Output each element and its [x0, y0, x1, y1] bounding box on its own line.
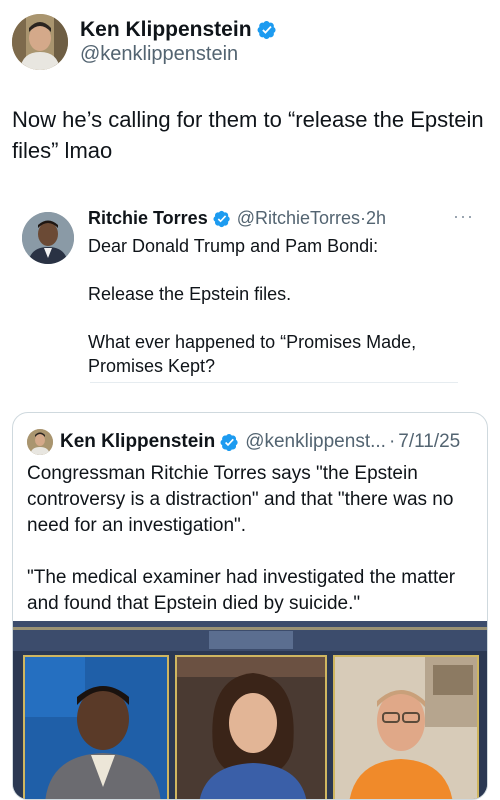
verified-badge-icon — [220, 433, 238, 451]
author-avatar-image — [12, 14, 68, 70]
video-panel-right — [333, 655, 479, 799]
person-left-image — [25, 657, 167, 799]
embedded-post-paragraph: What ever happened to “Promises Made, Pr… — [88, 332, 417, 376]
embedded-post: Ritchie Torres @RitchieTorres · 2h ··· D… — [22, 200, 478, 386]
quoted-post-body: Congressman Ritchie Torres says "the Eps… — [27, 461, 477, 617]
embedded-post-time[interactable]: 2h — [366, 208, 386, 229]
divider — [90, 382, 458, 383]
quoted-post-video-thumbnail[interactable] — [13, 621, 487, 799]
quoted-post-name[interactable]: Ken Klippenstein — [60, 431, 215, 453]
embedded-post-paragraph: Release the Epstein files. — [88, 284, 292, 304]
quoted-post-card[interactable]: Ken Klippenstein @kenklippenst... · 7/11… — [12, 412, 488, 800]
author-name[interactable]: Ken Klippenstein — [80, 18, 252, 42]
quoted-post-avatar[interactable] — [27, 429, 53, 455]
quoted-post-paragraph: Congressman Ritchie Torres says "the Eps… — [27, 463, 454, 536]
tweet-text: Now he’s calling for them to “release th… — [12, 107, 484, 163]
verified-badge-icon — [213, 210, 230, 227]
author-avatar[interactable] — [12, 14, 68, 70]
person-center-image — [177, 657, 325, 799]
video-panel-left — [23, 655, 169, 799]
quoted-post-date[interactable]: 7/11/25 — [398, 431, 460, 453]
quoted-post-handle[interactable]: @kenklippenst... — [245, 431, 386, 453]
quoted-post-paragraph: "The medical examiner had investigated t… — [27, 567, 456, 614]
video-panel-center — [175, 655, 327, 799]
quoted-post-header: Ken Klippenstein @kenklippenst... · 7/11… — [27, 429, 460, 455]
author-handle[interactable]: @kenklippenstein — [80, 43, 277, 66]
separator-dot: · — [388, 431, 396, 452]
embedded-post-name[interactable]: Ritchie Torres — [88, 208, 208, 229]
embedded-post-header: Ritchie Torres @RitchieTorres · 2h — [88, 208, 386, 229]
more-options-icon[interactable]: ··· — [453, 206, 474, 227]
person-right-image — [335, 657, 477, 799]
embedded-avatar-image — [22, 212, 74, 264]
embedded-post-handle[interactable]: @RitchieTorres — [237, 208, 360, 229]
embedded-post-body: Dear Donald Trump and Pam Bondi: Release… — [88, 234, 473, 378]
embedded-post-avatar[interactable] — [22, 212, 74, 264]
quoted-avatar-image — [27, 429, 53, 455]
tweet-author: Ken Klippenstein @kenklippenstein — [12, 14, 277, 70]
verified-badge-icon — [257, 21, 276, 39]
embedded-post-paragraph: Dear Donald Trump and Pam Bondi: — [88, 236, 379, 256]
